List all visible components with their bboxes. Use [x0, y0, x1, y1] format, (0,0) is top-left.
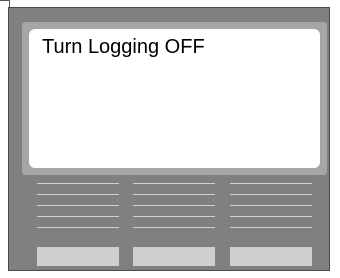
menu-line [133, 205, 215, 206]
menu-line [37, 216, 119, 217]
menu-line [230, 216, 312, 217]
softkey-2-button[interactable] [133, 247, 215, 266]
device-panel: Turn Logging OFF [8, 7, 330, 271]
menu-line [230, 183, 312, 184]
softkey-label-area-1 [37, 183, 119, 238]
display-bezel: Turn Logging OFF [22, 22, 327, 175]
menu-line [37, 194, 119, 195]
menu-line [230, 194, 312, 195]
menu-line [230, 227, 312, 228]
display-message: Turn Logging OFF [42, 36, 205, 58]
menu-line [230, 205, 312, 206]
menu-line [133, 183, 215, 184]
softkey-3-button[interactable] [230, 247, 312, 266]
menu-line [133, 216, 215, 217]
menu-line [133, 194, 215, 195]
menu-line [37, 183, 119, 184]
softkey-label-area-3 [230, 183, 312, 238]
softkey-label-area-2 [133, 183, 215, 238]
display-screen: Turn Logging OFF [29, 29, 320, 168]
menu-line [133, 227, 215, 228]
menu-line [37, 205, 119, 206]
softkey-1-button[interactable] [37, 247, 119, 266]
menu-line [37, 227, 119, 228]
